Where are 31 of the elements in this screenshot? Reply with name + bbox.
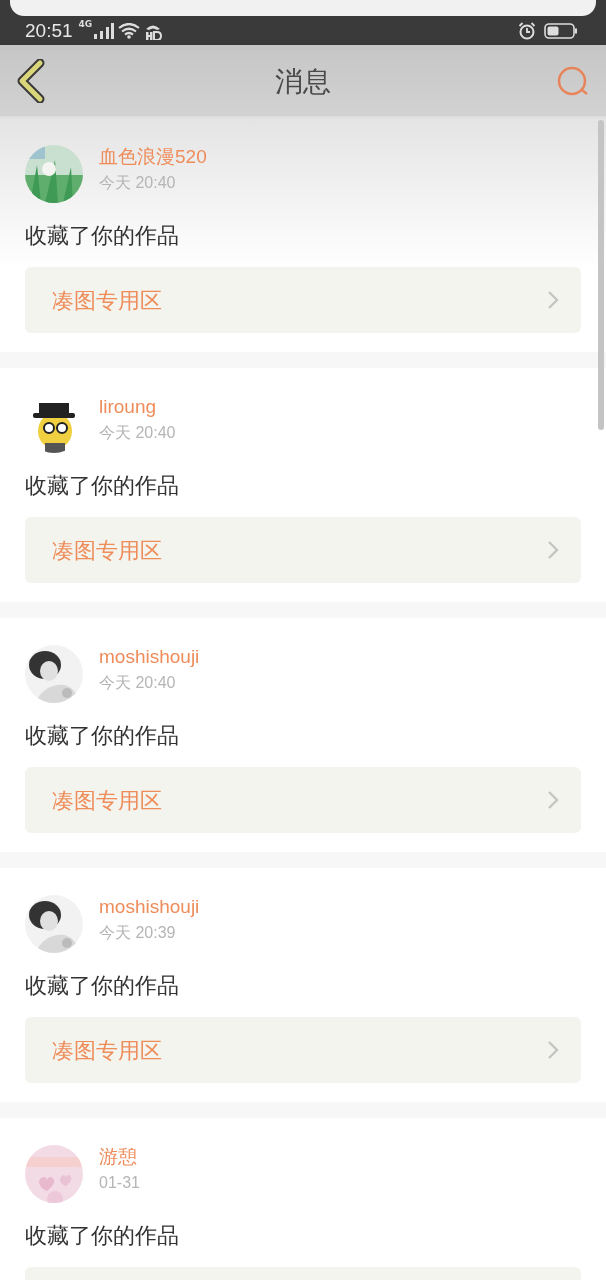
alarm-icon	[518, 22, 536, 40]
user-name: moshishouji	[99, 895, 200, 919]
message-time: 今天 20:39	[99, 923, 177, 943]
network-label: 4G	[78, 19, 93, 29]
signal-icon	[92, 22, 115, 40]
page-title: 消息	[275, 64, 331, 100]
clock-time: 20:51	[25, 19, 73, 43]
chevron-right-icon	[547, 1040, 559, 1060]
album-link[interactable]: 凑图专用区	[25, 1017, 581, 1083]
back-button[interactable]	[16, 59, 46, 103]
user-name: 血色浪漫520	[99, 145, 207, 169]
wifi-icon	[118, 23, 141, 39]
message-time: 今天 20:40	[99, 173, 177, 193]
battery-icon	[544, 22, 578, 40]
chevron-right-icon	[547, 540, 559, 560]
user-name: liroung	[99, 395, 158, 419]
message-time: 01-31	[99, 1173, 140, 1193]
message-time: 今天 20:40	[99, 423, 176, 443]
album-link[interactable]: 凑图专用区	[25, 517, 581, 583]
message-text: 收藏了你的作品	[25, 472, 180, 500]
message-text: 收藏了你的作品	[25, 1222, 180, 1250]
message-time: 今天 20:40	[99, 673, 177, 693]
album-link[interactable]: 凑图专用区	[25, 267, 581, 333]
message-text: 收藏了你的作品	[25, 222, 180, 250]
message-text: 收藏了你的作品	[25, 972, 180, 1000]
user-name: 游憩	[99, 1145, 138, 1169]
chevron-right-icon	[547, 290, 559, 310]
user-name: moshishouji	[99, 645, 200, 669]
chevron-right-icon	[547, 790, 559, 810]
album-link[interactable]: 凑图专用区	[25, 767, 581, 833]
message-text: 收藏了你的作品	[25, 722, 180, 750]
